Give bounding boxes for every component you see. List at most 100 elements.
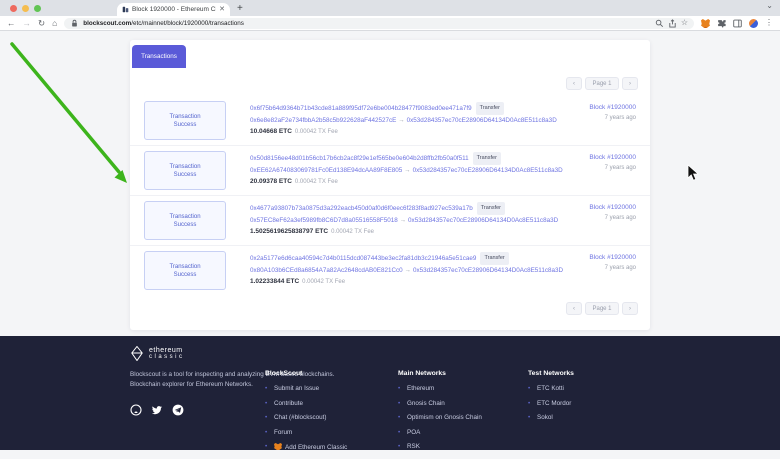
- footer-link[interactable]: RSK: [398, 443, 482, 450]
- chevron-down-icon[interactable]: ⌄: [766, 1, 773, 10]
- footer-column-blockscout: BlockScout Submit an Issue Contribute Ch…: [265, 370, 347, 459]
- tab-transactions-label: Transactions: [141, 53, 177, 60]
- status-badge: Transaction Success: [144, 251, 226, 290]
- footer-column-test-networks: Test Networks ETC Kotti ETC Mordor Sokol: [528, 370, 574, 429]
- block-link[interactable]: Block #1920000: [589, 204, 636, 211]
- browser-tab-strip: Block 1920000 - Ethereum Cl ✕ + ⌄: [0, 0, 780, 16]
- sidebar-panel-icon[interactable]: [733, 19, 742, 28]
- browser-tab-title: Block 1920000 - Ethereum Cl: [132, 6, 216, 13]
- footer-link[interactable]: Submit an Issue: [265, 385, 347, 392]
- bookmark-star-icon[interactable]: ☆: [681, 19, 688, 27]
- window-fullscreen-button[interactable]: [34, 5, 41, 12]
- tx-fee: 0.00042 TX Fee: [295, 129, 338, 135]
- table-row: Transaction Success 0x2a5177e6d6caa40594…: [130, 246, 650, 296]
- table-row: Transaction Success 0x50d8156ee48d01b56c…: [130, 146, 650, 196]
- new-tab-button[interactable]: +: [237, 3, 243, 14]
- footer-link[interactable]: Gnosis Chain: [398, 400, 482, 407]
- tx-age: 7 years ago: [589, 165, 636, 171]
- transactions-card: Transactions ‹ Page 1 › Transaction Succ…: [130, 40, 650, 330]
- status-badge: Transaction Success: [144, 151, 226, 190]
- footer-heading: Main Networks: [398, 370, 482, 377]
- tx-age: 7 years ago: [589, 115, 636, 121]
- prev-page-button[interactable]: ‹: [566, 77, 582, 90]
- twitter-icon[interactable]: [151, 404, 163, 416]
- tx-hash-link[interactable]: 0x4677a93807b73a0875d3a292eacb450d0af0d6…: [250, 205, 473, 212]
- lock-icon: [70, 19, 79, 28]
- share-icon[interactable]: [668, 19, 677, 28]
- tx-value: 1.5025619625838797 ETC: [250, 228, 328, 235]
- tx-value: 20.09378 ETC: [250, 178, 292, 185]
- pagination-bottom: ‹ Page 1 ›: [566, 302, 638, 315]
- url-text: blockscout.com/etc/mainnet/block/1920000…: [83, 20, 244, 27]
- tx-hash-link[interactable]: 0x50d8156ee48d01b56cb17b6cb2ac8f29e1ef56…: [250, 155, 469, 162]
- tx-fee: 0.00042 TX Fee: [302, 279, 345, 285]
- footer-link[interactable]: ETC Mordor: [528, 400, 574, 407]
- telegram-icon[interactable]: [172, 404, 184, 416]
- to-address-link[interactable]: 0x53d284357ec70cE28906D64134D0Ac8E511c8a…: [408, 217, 558, 224]
- tx-age: 7 years ago: [589, 265, 636, 271]
- url-domain: blockscout.com: [83, 20, 131, 27]
- ethereum-classic-logo: ethereum classic: [130, 346, 185, 361]
- tx-value: 1.02233844 ETC: [250, 278, 299, 285]
- footer-link[interactable]: Sokol: [528, 414, 574, 421]
- footer-link[interactable]: POA: [398, 429, 482, 436]
- footer-heading: Test Networks: [528, 370, 574, 377]
- arrow-right-icon: →: [398, 117, 404, 124]
- metamask-fox-icon: [274, 443, 282, 450]
- back-icon[interactable]: ←: [7, 19, 16, 28]
- page-indicator[interactable]: Page 1: [585, 302, 619, 315]
- arrow-right-icon: →: [400, 217, 406, 224]
- window-minimize-button[interactable]: [22, 5, 29, 12]
- browser-tab[interactable]: Block 1920000 - Ethereum Cl ✕: [117, 3, 230, 16]
- reload-icon[interactable]: ↻: [38, 19, 45, 28]
- prev-page-button[interactable]: ‹: [566, 302, 582, 315]
- footer-link[interactable]: Chat (#blockscout): [265, 414, 347, 421]
- from-address-link[interactable]: 0xEE62A674083069781Fc0Ed138E94dcAA89F8E8…: [250, 167, 402, 174]
- tab-transactions[interactable]: Transactions: [132, 45, 186, 68]
- transfer-badge: Transfer: [477, 202, 505, 215]
- next-page-button[interactable]: ›: [622, 302, 638, 315]
- from-address-link[interactable]: 0x80A103b6CEd8a6854A7a82Ac2648cdAB0E821C…: [250, 267, 403, 274]
- footer-heading: BlockScout: [265, 370, 347, 377]
- page-indicator[interactable]: Page 1: [585, 77, 619, 90]
- block-link[interactable]: Block #1920000: [589, 104, 636, 111]
- address-bar[interactable]: blockscout.com/etc/mainnet/block/1920000…: [64, 18, 694, 29]
- transfer-badge: Transfer: [473, 152, 501, 165]
- browser-chrome: Block 1920000 - Ethereum Cl ✕ + ⌄ ← → ↻ …: [0, 0, 780, 31]
- search-icon[interactable]: [655, 19, 664, 28]
- footer-link[interactable]: Contribute: [265, 400, 347, 407]
- forward-icon[interactable]: →: [23, 19, 32, 28]
- github-icon[interactable]: [130, 404, 142, 416]
- to-address-link[interactable]: 0x53d284357ec70cE28906D64134D0Ac8E511c8a…: [413, 267, 563, 274]
- etc-diamond-icon: [130, 346, 144, 361]
- extensions-puzzle-icon[interactable]: [717, 19, 726, 28]
- metamask-extension-icon[interactable]: [701, 19, 710, 28]
- tx-hash-link[interactable]: 0x2a5177e6d6caa40594c7d4b0115dcd087443be…: [250, 255, 476, 262]
- browser-toolbar: ← → ↻ ⌂ blockscout.com/etc/mainnet/block…: [0, 16, 780, 31]
- to-address-link[interactable]: 0x53d284357ec70cE28906D64134D0Ac8E511c8a…: [407, 117, 557, 124]
- status-badge: Transaction Success: [144, 101, 226, 140]
- next-page-button[interactable]: ›: [622, 77, 638, 90]
- to-address-link[interactable]: 0x53d284357ec70cE28906D64134D0Ac8E511c8a…: [413, 167, 563, 174]
- tx-hash-link[interactable]: 0x6f75b64d9364b71b43cde81a889f95df72e6be…: [250, 105, 472, 112]
- footer: ethereum classic Blockscout is a tool fo…: [0, 336, 780, 450]
- footer-link[interactable]: Forum: [265, 429, 347, 436]
- window-close-button[interactable]: [10, 5, 17, 12]
- block-link[interactable]: Block #1920000: [589, 154, 636, 161]
- tab-close-icon[interactable]: ✕: [219, 6, 225, 13]
- table-row: Transaction Success 0x4677a93807b73a0875…: [130, 196, 650, 246]
- profile-avatar[interactable]: [749, 19, 758, 28]
- from-address-link[interactable]: 0x57EC8eF62a3ef5989fb8C6D7d8a05516558F50…: [250, 217, 398, 224]
- browser-menu-icon[interactable]: ⋮: [765, 19, 773, 27]
- footer-link[interactable]: Optimism on Gnosis Chain: [398, 414, 482, 421]
- blockscout-page: Transactions ‹ Page 1 › Transaction Succ…: [0, 31, 780, 336]
- table-row: Transaction Success 0x6f75b64d9364b71b43…: [130, 96, 650, 146]
- footer-column-main-networks: Main Networks Ethereum Gnosis Chain Opti…: [398, 370, 482, 458]
- block-link[interactable]: Block #1920000: [589, 254, 636, 261]
- footer-link[interactable]: Ethereum: [398, 385, 482, 392]
- footer-link[interactable]: ETC Kotti: [528, 385, 574, 392]
- tx-fee: 0.00042 TX Fee: [331, 229, 374, 235]
- tx-fee: 0.00042 TX Fee: [295, 179, 338, 185]
- from-address-link[interactable]: 0x6e8e82aF2e734fbbA2b58c5b922628aF442527…: [250, 117, 396, 124]
- home-icon[interactable]: ⌂: [52, 19, 57, 28]
